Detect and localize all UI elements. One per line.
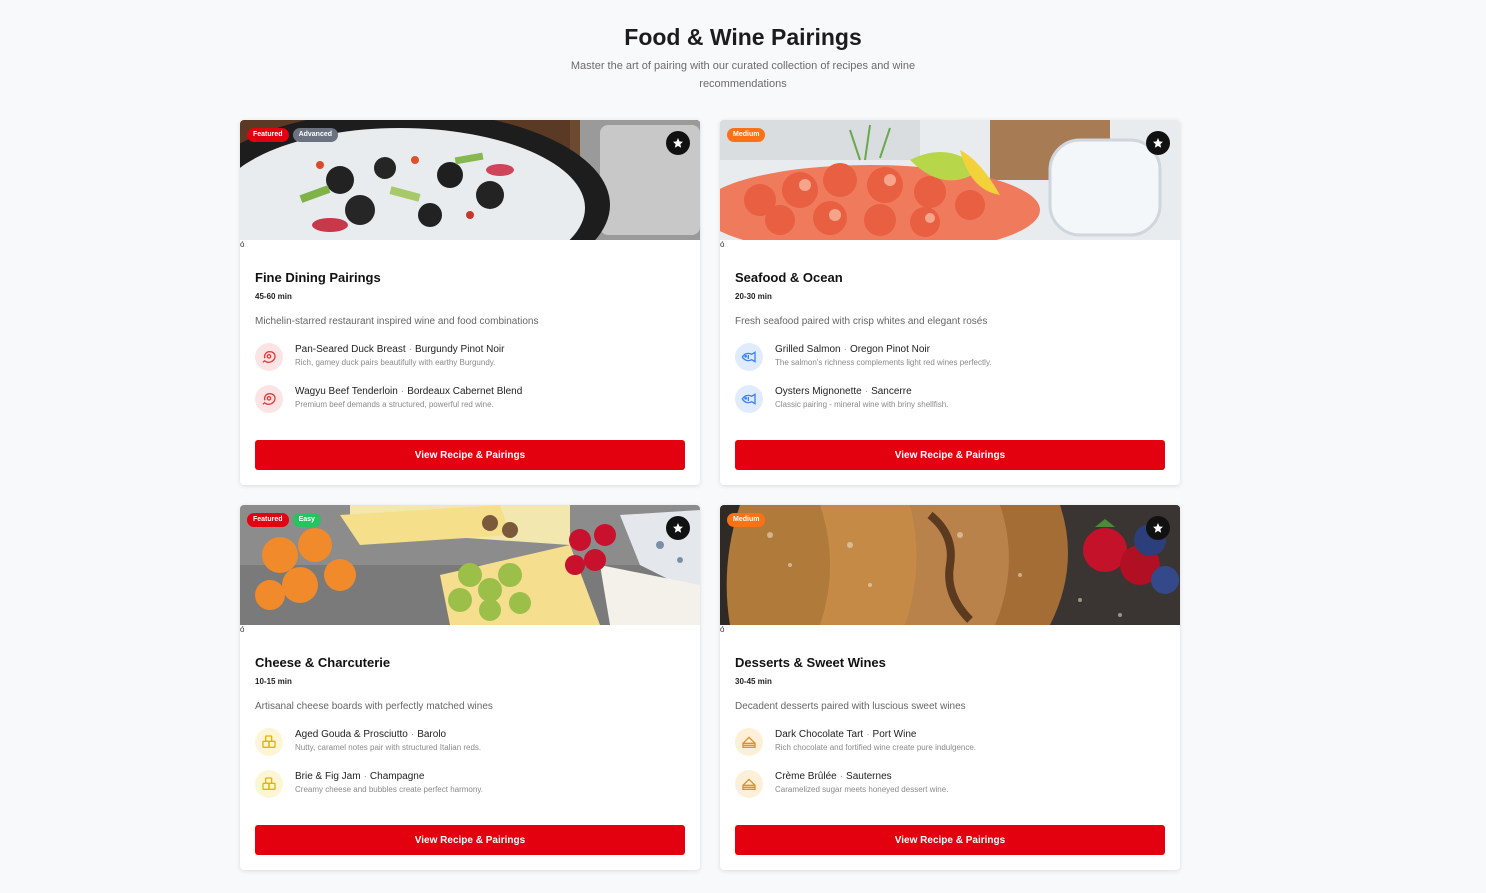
card-image[interactable]: Featured Easy [240, 505, 700, 625]
pairing-note: Premium beef demands a structured, power… [295, 400, 494, 409]
difficulty-badge: Easy [292, 513, 321, 527]
pairing-list: Dark Chocolate Tart · Port Wine Rich choco… [735, 728, 1165, 798]
dish-name: Brie & Fig Jam [295, 771, 361, 782]
pairing-list: Aged Gouda & Prosciutto · Barolo Nutty, ca… [255, 728, 685, 798]
prep-time: 10-15 min [255, 677, 292, 686]
page-subtitle: Master the art of pairing with our curat… [570, 60, 916, 90]
wine-name: Barolo [417, 729, 447, 740]
view-recipe-button[interactable]: View Recipe & Pairings [735, 825, 1165, 855]
wine-name: Champagne [369, 771, 425, 782]
badge-list: Medium [727, 128, 766, 142]
seafood-photo [720, 120, 1180, 240]
card-title: Seafood & Ocean [735, 270, 843, 285]
wine-name: Port Wine [872, 729, 917, 740]
star-icon [1153, 138, 1163, 148]
featured-badge: Featured [247, 513, 289, 527]
recipe-grid: Featured Advanced ó Fine Dining Pairings… [240, 120, 1180, 870]
pairing-note: Nutty, caramel notes pair with structure… [295, 743, 482, 752]
star-icon [673, 523, 683, 533]
recipe-card: Medium ó Desserts & Sweet Wines 30-45 mi… [720, 505, 1180, 870]
recipe-card: Featured Advanced ó Fine Dining Pairings… [240, 120, 700, 485]
favorite-button[interactable] [666, 131, 690, 155]
wine-name: Sancerre [871, 386, 912, 397]
image-alt-text: ó [240, 240, 245, 249]
card-description: Fresh seafood paired with crisp whites a… [735, 316, 988, 327]
dish-name: Dark Chocolate Tart [775, 729, 864, 740]
dish-name: Aged Gouda & Prosciutto [295, 729, 408, 740]
pairing-note: Rich, gamey duck pairs beautifully with … [295, 358, 496, 367]
pairing-list: Pan-Seared Duck Breast · Burgundy Pinot No… [255, 343, 685, 413]
pairing-item: Dark Chocolate Tart · Port Wine Rich choco… [735, 728, 1165, 756]
image-alt-text: ó [240, 625, 245, 634]
wine-name: Sauternes [846, 771, 892, 782]
view-recipe-button[interactable]: View Recipe & Pairings [255, 825, 685, 855]
difficulty-badge: Medium [727, 128, 766, 142]
difficulty-badge: Advanced [292, 128, 339, 142]
pairing-note: Creamy cheese and bubbles create perfect… [295, 785, 483, 794]
wine-name: Bordeaux Cabernet Blend [407, 386, 523, 397]
card-title: Fine Dining Pairings [255, 270, 381, 285]
favorite-button[interactable] [1146, 131, 1170, 155]
steak-icon [255, 385, 283, 413]
card-title: Cheese & Charcuterie [255, 655, 391, 670]
pairing-item: Oysters Mignonette · Sancerre Classic pair… [735, 385, 1165, 413]
badge-list: Featured Advanced [247, 128, 339, 142]
fish-icon [735, 385, 763, 413]
pairing-note: The salmon's richness complements light … [775, 358, 992, 367]
cake-icon [735, 728, 763, 756]
pairing-item: Crème Brûlée · Sauternes Caramelized sugar… [735, 770, 1165, 798]
recipe-card: Medium ó Seafood & Ocean 20-30 min Fresh… [720, 120, 1180, 485]
badge-list: Medium [727, 513, 766, 527]
wine-name: Oregon Pinot Noir [849, 344, 930, 355]
recipe-card: Featured Easy ó Cheese & Charcuterie 10-… [240, 505, 700, 870]
pairing-item: Brie & Fig Jam · Champagne Creamy cheese a… [255, 770, 685, 798]
card-image[interactable]: Medium [720, 120, 1180, 240]
dish-name: Oysters Mignonette [775, 386, 862, 397]
fish-icon [735, 343, 763, 371]
prep-time: 45-60 min [255, 292, 292, 301]
pairing-note: Rich chocolate and fortified wine create… [775, 743, 977, 752]
difficulty-badge: Medium [727, 513, 766, 527]
card-description: Artisanal cheese boards with perfectly m… [255, 701, 493, 712]
cheese-board-icon [255, 770, 283, 798]
image-alt-text: ó [720, 240, 725, 249]
prep-time: 20-30 min [735, 292, 772, 301]
cheese-board-icon [255, 728, 283, 756]
star-icon [1153, 523, 1163, 533]
card-description: Decadent desserts paired with luscious s… [735, 701, 966, 712]
pairing-list: Grilled Salmon · Oregon Pinot Noir The sal… [735, 343, 1165, 413]
card-image[interactable]: Medium [720, 505, 1180, 625]
dessert-photo [720, 505, 1180, 625]
dish-name: Crème Brûlée [775, 771, 837, 782]
featured-badge: Featured [247, 128, 289, 142]
pairing-item: Grilled Salmon · Oregon Pinot Noir The sal… [735, 343, 1165, 371]
star-icon [673, 138, 683, 148]
card-title: Desserts & Sweet Wines [735, 655, 886, 670]
card-description: Michelin-starred restaurant inspired win… [255, 316, 539, 327]
favorite-button[interactable] [666, 516, 690, 540]
favorite-button[interactable] [1146, 516, 1170, 540]
dish-name: Wagyu Beef Tenderloin [295, 386, 398, 397]
wine-name: Burgundy Pinot Noir [414, 344, 505, 355]
steak-icon [255, 343, 283, 371]
pairing-note: Classic pairing - mineral wine with brin… [775, 400, 949, 409]
cake-icon [735, 770, 763, 798]
prep-time: 30-45 min [735, 677, 772, 686]
dish-name: Grilled Salmon [775, 344, 841, 355]
image-alt-text: ó [720, 625, 725, 634]
page-title: Food & Wine Pairings [624, 24, 862, 50]
view-recipe-button[interactable]: View Recipe & Pairings [255, 440, 685, 470]
page-header: Food & Wine Pairings Master the art of p… [0, 0, 1486, 93]
pairing-note: Caramelized sugar meets honeyed dessert … [775, 785, 949, 794]
pairing-item: Wagyu Beef Tenderloin · Bordeaux Cabernet … [255, 385, 685, 413]
dish-name: Pan-Seared Duck Breast [295, 344, 406, 355]
badge-list: Featured Easy [247, 513, 321, 527]
pairing-item: Aged Gouda & Prosciutto · Barolo Nutty, ca… [255, 728, 685, 756]
card-image[interactable]: Featured Advanced [240, 120, 700, 240]
view-recipe-button[interactable]: View Recipe & Pairings [735, 440, 1165, 470]
pairing-item: Pan-Seared Duck Breast · Burgundy Pinot No… [255, 343, 685, 371]
